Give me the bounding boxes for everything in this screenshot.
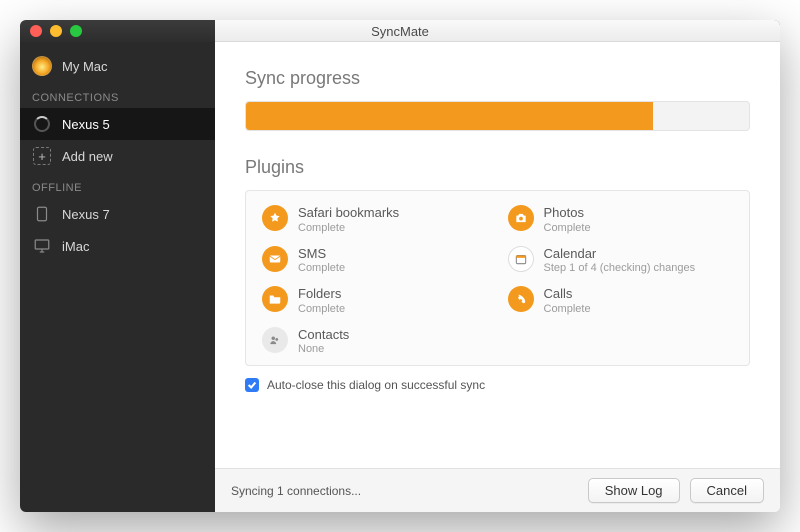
- autoclose-checkbox[interactable]: [245, 378, 259, 392]
- plugin-name: Calendar: [544, 246, 696, 262]
- sidebar-item-label: iMac: [62, 239, 89, 254]
- mail-icon: [262, 246, 288, 272]
- footer-bar: Syncing 1 connections... Show Log Cancel: [215, 468, 780, 512]
- sidebar-item-label: My Mac: [62, 59, 108, 74]
- desktop-icon: [32, 236, 52, 256]
- plugins-heading: Plugins: [245, 157, 750, 178]
- camera-icon: [508, 205, 534, 231]
- plus-icon: +: [33, 147, 51, 165]
- calendar-icon: [508, 246, 534, 272]
- sync-progress-heading: Sync progress: [245, 68, 750, 89]
- autoclose-label: Auto-close this dialog on successful syn…: [267, 378, 485, 392]
- titlebar: SyncMate: [20, 20, 780, 42]
- sidebar-header-offline: OFFLINE: [20, 172, 215, 198]
- sidebar: My Mac CONNECTIONS Nexus 5 + Add new OFF…: [20, 42, 215, 512]
- plugin-name: Folders: [298, 286, 345, 302]
- main-panel: Sync progress Plugins Safari bookmarksCo…: [215, 42, 780, 512]
- plugin-name: Calls: [544, 286, 591, 302]
- sync-progress-fill: [246, 102, 653, 130]
- plugins-box: Safari bookmarksCompletePhotosCompleteSM…: [245, 190, 750, 366]
- show-log-button[interactable]: Show Log: [588, 478, 680, 503]
- sidebar-item-label: Nexus 7: [62, 207, 110, 222]
- plugin-name: Safari bookmarks: [298, 205, 399, 221]
- sidebar-item-label: Add new: [62, 149, 113, 164]
- contacts-icon: [262, 327, 288, 353]
- app-window: SyncMate My Mac CONNECTIONS Nexus 5 + Ad…: [20, 20, 780, 512]
- sidebar-item-imac[interactable]: iMac: [20, 230, 215, 262]
- sidebar-header-connections: CONNECTIONS: [20, 82, 215, 108]
- phone-icon: [508, 286, 534, 312]
- plugin-contacts[interactable]: ContactsNone: [262, 327, 488, 356]
- mac-icon: [32, 56, 52, 76]
- plugin-status: None: [298, 343, 349, 355]
- footer-status: Syncing 1 connections...: [231, 484, 578, 498]
- plugin-name: Photos: [544, 205, 591, 221]
- window-title: SyncMate: [20, 24, 780, 39]
- plugin-status: Complete: [298, 222, 399, 234]
- sidebar-item-addnew[interactable]: + Add new: [20, 140, 215, 172]
- sidebar-item-nexus5[interactable]: Nexus 5: [20, 108, 215, 140]
- autoclose-row[interactable]: Auto-close this dialog on successful syn…: [245, 378, 750, 392]
- plugin-safari-bookmarks[interactable]: Safari bookmarksComplete: [262, 205, 488, 234]
- sidebar-item-nexus7[interactable]: Nexus 7: [20, 198, 215, 230]
- plugin-status: Complete: [298, 262, 345, 274]
- tablet-icon: [32, 204, 52, 224]
- sync-progress-bar: [245, 101, 750, 131]
- plugin-calendar[interactable]: CalendarStep 1 of 4 (checking) changes: [508, 246, 734, 275]
- plugin-status: Complete: [544, 303, 591, 315]
- sync-spinner-icon: [34, 116, 50, 132]
- plugin-photos[interactable]: PhotosComplete: [508, 205, 734, 234]
- star-icon: [262, 205, 288, 231]
- sidebar-item-mymac[interactable]: My Mac: [20, 50, 215, 82]
- plugin-status: Complete: [298, 303, 345, 315]
- plugin-folders[interactable]: FoldersComplete: [262, 286, 488, 315]
- plugin-name: SMS: [298, 246, 345, 262]
- plugin-status: Step 1 of 4 (checking) changes: [544, 262, 696, 274]
- cancel-button[interactable]: Cancel: [690, 478, 764, 503]
- plugin-calls[interactable]: CallsComplete: [508, 286, 734, 315]
- plugin-sms[interactable]: SMSComplete: [262, 246, 488, 275]
- plugin-name: Contacts: [298, 327, 349, 343]
- sidebar-item-label: Nexus 5: [62, 117, 110, 132]
- plugin-status: Complete: [544, 222, 591, 234]
- folder-icon: [262, 286, 288, 312]
